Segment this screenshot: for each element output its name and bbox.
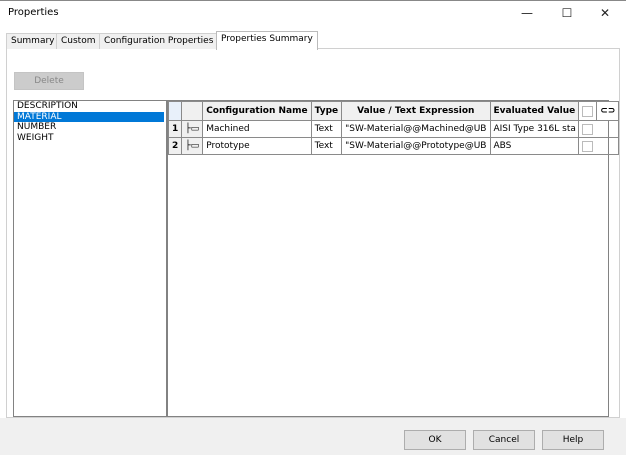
help-button[interactable]: Help [542,430,604,450]
value-cell[interactable]: "SW-Material@@Prototype@UB [341,137,491,155]
configuration-icon: ├▭ [181,137,204,155]
minimize-icon[interactable]: — [512,4,542,22]
table-row[interactable]: 2 ├▭ Prototype Text "SW-Material@@Protot… [167,137,620,155]
checkbox[interactable] [582,140,594,152]
cancel-button[interactable]: Cancel [473,430,535,450]
evaluated-cell: ABS [489,137,580,155]
row-number: 2 [167,137,183,155]
dialog-footer: OK Cancel Help [0,418,626,455]
type-cell[interactable]: Text [310,137,343,155]
header-evaluated[interactable]: Evaluated Value [489,101,580,121]
header-value[interactable]: Value / Text Expression [341,101,491,121]
link-checkbox-cell[interactable] [578,137,620,155]
delete-button[interactable]: Delete [14,72,84,90]
checkbox[interactable] [582,105,594,117]
list-item[interactable]: DESCRIPTION [14,101,166,112]
list-item[interactable]: WEIGHT [14,133,166,144]
type-cell[interactable]: Text [310,120,343,138]
evaluated-cell: AISI Type 316L sta [489,120,580,138]
header-icon-col [181,101,204,121]
table-row[interactable]: 1 ├▭ Machined Text "SW-Material@@Machine… [167,120,620,138]
link-icon[interactable]: ⊂⊃ [596,101,620,121]
configuration-icon: ├▭ [181,120,204,138]
row-number: 1 [167,120,183,138]
list-item-selected[interactable]: MATERIAL [14,111,164,122]
config-name-cell[interactable]: Prototype [202,137,312,155]
window-title: Properties [8,7,59,18]
ok-button[interactable]: OK [404,430,466,450]
checkbox[interactable] [582,123,594,135]
config-name-cell[interactable]: Machined [202,120,312,138]
tab-custom[interactable]: Custom [56,33,101,49]
tab-summary[interactable]: Summary [6,33,60,49]
tab-configuration-properties[interactable]: Configuration Properties [99,33,219,49]
close-icon[interactable]: ✕ [590,4,620,22]
header-row: Configuration Name Type Value / Text Exp… [167,101,620,121]
link-checkbox-cell[interactable] [578,120,620,138]
header-checkbox[interactable] [578,101,598,121]
list-item[interactable]: NUMBER [14,122,166,133]
maximize-icon[interactable]: ☐ [552,4,582,22]
value-cell[interactable]: "SW-Material@@Machined@UB [341,120,491,138]
select-all-corner[interactable] [167,101,183,121]
configuration-grid: Configuration Name Type Value / Text Exp… [167,100,620,417]
header-config-name[interactable]: Configuration Name [202,101,312,121]
properties-list[interactable]: DESCRIPTION MATERIAL NUMBER WEIGHT [13,100,167,417]
tab-properties-summary[interactable]: Properties Summary [216,31,318,50]
title-bar: Properties — ☐ ✕ [0,0,626,26]
header-type[interactable]: Type [310,101,343,121]
